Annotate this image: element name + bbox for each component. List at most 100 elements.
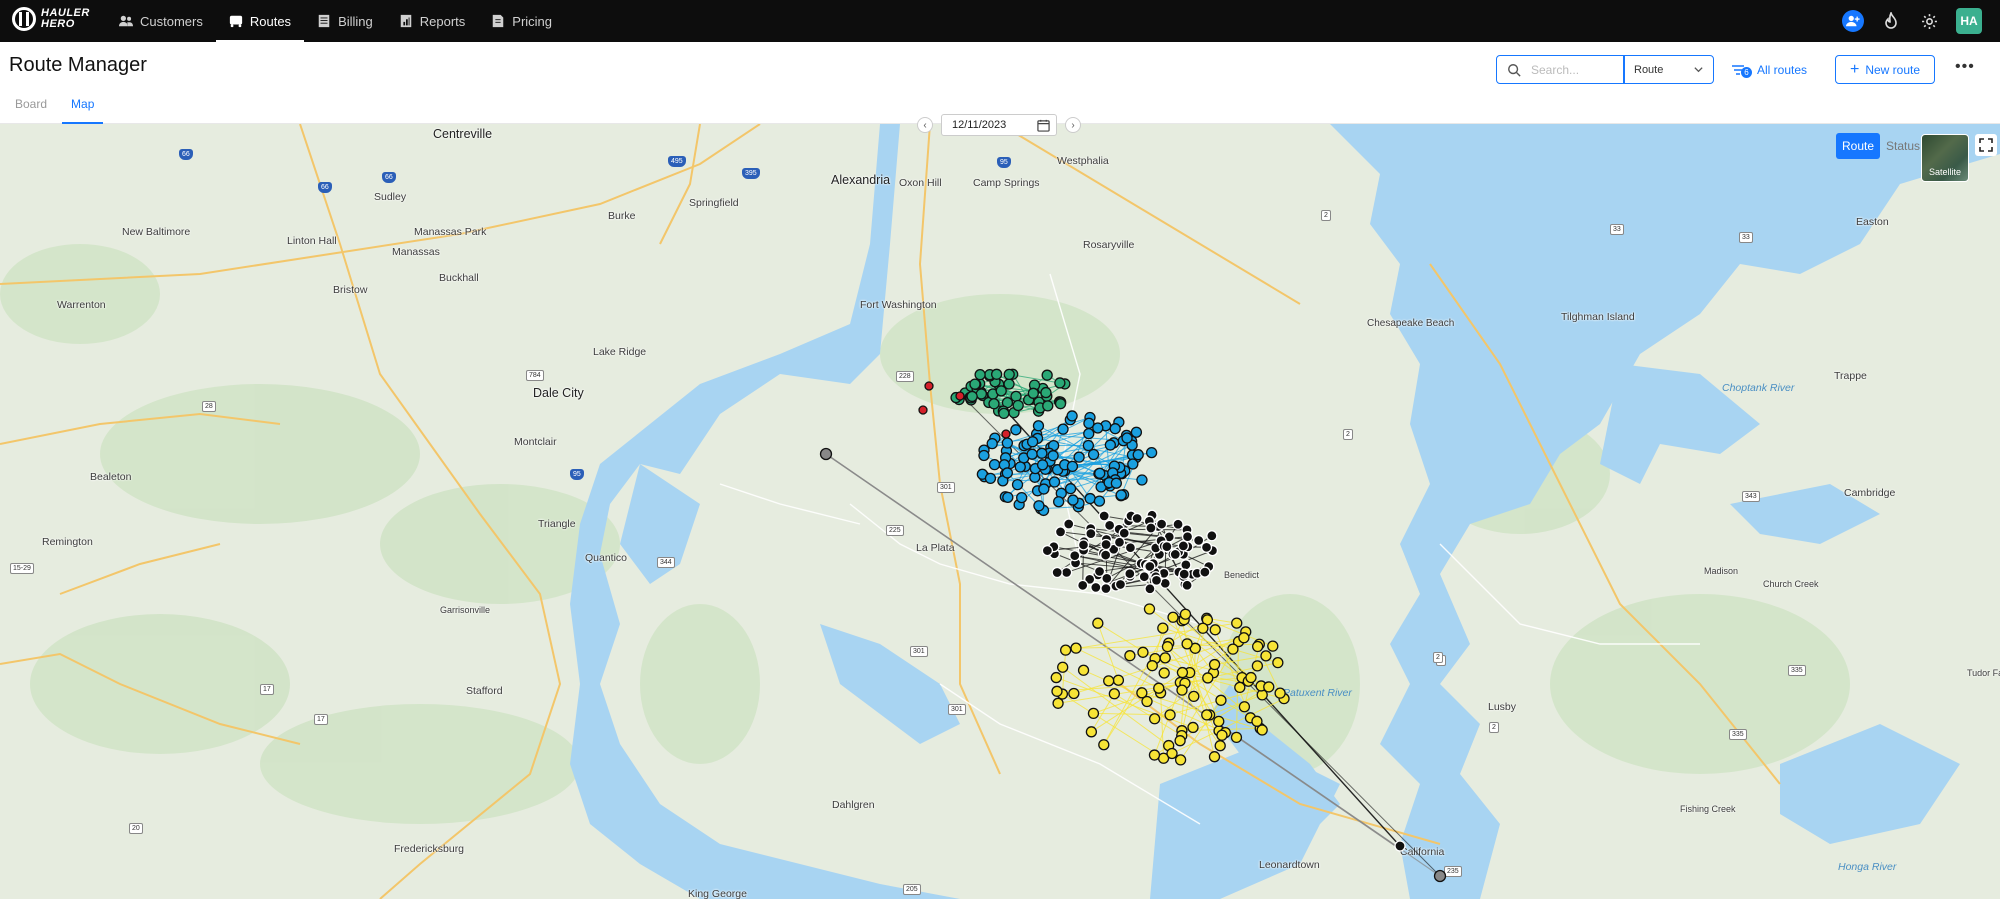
route-stop-marker[interactable] [1094,467,1106,479]
route-stop-marker[interactable] [1036,459,1049,471]
route-stop-marker[interactable] [966,390,978,403]
route-stop-marker[interactable] [1083,427,1095,440]
route-stop-marker[interactable] [1002,491,1014,504]
route-stop-marker[interactable] [1179,608,1192,620]
route-stop-marker[interactable] [1084,492,1096,505]
route-stop-marker[interactable] [1172,518,1184,530]
route-stop-marker[interactable] [1103,675,1115,687]
route-stop-marker[interactable] [1166,747,1178,760]
route-map[interactable]: Centreville Sudley New Baltimore Linton … [0,124,2000,899]
route-stop-marker[interactable] [975,388,987,400]
route-stop-marker[interactable] [1150,574,1163,586]
route-stop-marker[interactable] [1033,500,1045,512]
route-stop-marker[interactable] [1157,622,1169,634]
route-stop-marker[interactable] [1069,550,1081,562]
route-stop-marker[interactable] [1085,527,1097,540]
route-stop-marker[interactable] [1169,548,1181,561]
route-stop-marker[interactable] [1145,522,1157,534]
route-stop-marker[interactable] [1158,667,1170,679]
route-stop-marker[interactable] [1047,450,1059,462]
route-stop-marker[interactable] [1100,538,1112,551]
route-stop-marker[interactable] [819,447,833,461]
prev-date-button[interactable]: ‹ [917,117,933,133]
route-stop-marker[interactable] [1213,715,1225,728]
route-stop-marker[interactable] [1040,386,1052,399]
route-stop-marker[interactable] [1251,660,1264,672]
route-stop-marker[interactable] [1026,436,1039,448]
more-options-icon[interactable]: ••• [1955,58,1975,76]
route-stop-marker[interactable] [1130,426,1143,438]
route-stop-marker[interactable] [1038,483,1050,495]
route-stop-marker[interactable] [1124,650,1136,662]
route-stop-marker[interactable] [1104,439,1116,451]
route-stop-marker[interactable] [1054,377,1066,389]
route-stop-marker[interactable] [1238,701,1251,713]
route-stop-marker[interactable] [1251,715,1263,727]
route-stop-marker[interactable] [1110,477,1122,489]
route-stop-marker[interactable] [1146,660,1158,672]
search-type-select[interactable]: Route [1624,55,1714,84]
route-stop-marker[interactable] [1048,476,1061,488]
route-stop-marker[interactable] [918,405,928,415]
route-stop-marker[interactable] [1394,840,1406,852]
route-stop-marker[interactable] [1181,638,1193,650]
nav-billing[interactable]: Billing [304,0,386,42]
route-stop-marker[interactable] [988,458,1001,471]
route-stop-marker[interactable] [1144,560,1156,573]
satellite-toggle[interactable]: Satellite [1921,134,1969,182]
fullscreen-icon[interactable] [1975,134,1997,156]
route-stop-marker[interactable] [1026,448,1038,460]
view-status-option[interactable]: Status [1880,133,1926,159]
route-stop-marker[interactable] [1073,451,1085,463]
route-stop-marker[interactable] [1144,583,1156,595]
route-stop-marker[interactable] [1010,390,1022,403]
route-stop-marker[interactable] [1066,460,1079,473]
route-stop-marker[interactable] [1131,512,1143,525]
route-stop-marker[interactable] [1245,671,1257,684]
route-stop-marker[interactable] [1176,684,1188,696]
route-stop-marker[interactable] [1001,467,1013,479]
route-stop-marker[interactable] [1093,565,1106,578]
route-stop-marker[interactable] [1087,448,1100,461]
route-stop-marker[interactable] [1092,617,1104,629]
route-stop-marker[interactable] [1159,652,1171,664]
route-stop-marker[interactable] [1036,447,1048,459]
route-stop-marker[interactable] [1148,749,1161,761]
route-stop-marker[interactable] [1260,650,1272,662]
route-stop-marker[interactable] [1201,709,1213,721]
route-stop-marker[interactable] [1209,624,1221,636]
route-stop-marker[interactable] [1041,544,1054,557]
route-stop-marker[interactable] [1230,731,1243,744]
route-stop-marker[interactable] [1199,566,1211,578]
route-stop-marker[interactable] [1001,429,1011,439]
route-stop-marker[interactable] [1167,611,1179,623]
route-stop-marker[interactable] [1231,617,1243,629]
user-avatar[interactable]: HA [1956,8,1982,34]
route-stop-marker[interactable] [1115,489,1127,501]
route-stop-marker[interactable] [1274,687,1286,699]
nav-pricing[interactable]: Pricing [478,0,565,42]
route-stop-marker[interactable] [1181,531,1194,543]
route-stop-marker[interactable] [1174,735,1186,747]
route-stop-marker[interactable] [1087,707,1100,720]
route-stop-marker[interactable] [1138,571,1150,583]
route-stop-marker[interactable] [1077,664,1090,676]
route-stop-marker[interactable] [1202,672,1214,684]
route-stop-marker[interactable] [986,437,998,450]
route-stop-marker[interactable] [1161,641,1174,653]
route-stop-marker[interactable] [969,378,981,390]
new-route-button[interactable]: + New route [1835,55,1935,84]
route-stop-marker[interactable] [955,391,965,401]
route-stop-marker[interactable] [1145,446,1158,459]
tab-board[interactable]: Board [6,92,56,124]
route-stop-marker[interactable] [1161,540,1173,553]
view-route-option[interactable]: Route [1836,133,1881,159]
route-stop-marker[interactable] [1003,368,1015,381]
route-stop-marker[interactable] [1042,400,1054,412]
route-stop-marker[interactable] [1153,682,1165,694]
tab-map[interactable]: Map [62,92,104,124]
route-stop-marker[interactable] [1137,646,1149,658]
route-stop-marker[interactable] [1060,566,1073,579]
route-stop-marker[interactable] [1077,579,1089,592]
route-stop-marker[interactable] [995,385,1007,397]
